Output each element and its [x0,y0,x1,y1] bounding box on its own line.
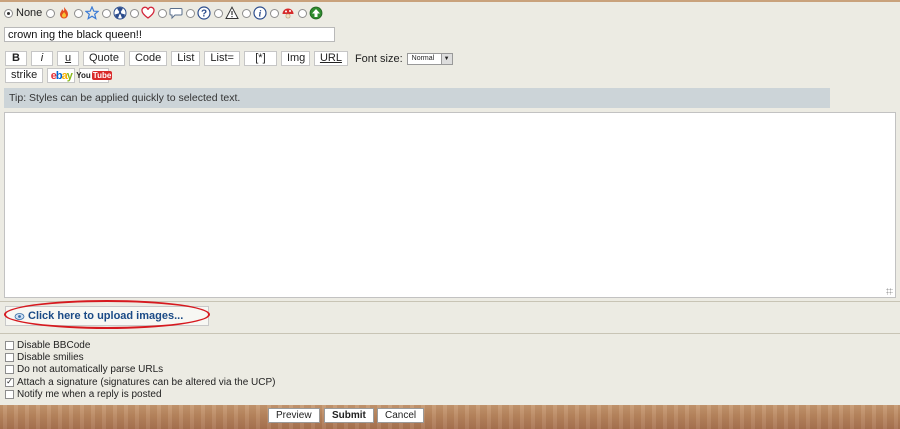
post-icon-radio-speech[interactable] [158,8,168,18]
option-disable-smilies[interactable]: Disable smilies [5,351,275,363]
star-icon [85,6,100,20]
option-attach-signature[interactable]: ✓ Attach a signature (signatures can be … [5,376,275,388]
upload-images-label: Click here to upload images... [28,310,184,322]
message-textarea[interactable] [4,112,896,298]
post-icon-radio-star[interactable] [74,8,84,18]
option-label: Do not automatically parse URLs [17,364,164,376]
youtube-logo-you: You [76,71,91,80]
help-tip-bar: Tip: Styles can be applied quickly to se… [4,88,830,108]
notify-reply-checkbox[interactable] [5,389,14,399]
info-icon: i [253,6,267,20]
url-button[interactable]: URL [313,51,348,66]
divider [0,333,900,334]
quote-button[interactable]: Quote [83,51,125,66]
submit-button[interactable]: Submit [324,408,374,423]
strike-button[interactable]: strike [5,68,44,83]
fire-icon [57,6,71,20]
post-icon-radio-info[interactable] [242,8,252,18]
post-options: Disable BBCode Disable smilies Do not au… [5,339,275,400]
post-icon-radio-heart[interactable] [130,8,140,18]
font-size-select[interactable]: Normal ▼ [406,52,453,65]
attach-signature-checkbox[interactable]: ✓ [5,377,14,387]
list-button[interactable]: List [171,51,201,66]
svg-text:i: i [259,10,262,20]
post-icon-radio-arrow[interactable] [298,8,308,18]
option-label: Disable BBCode [17,339,91,351]
warning-icon [225,6,240,20]
green-arrow-up-icon [309,6,323,20]
disable-smilies-checkbox[interactable] [5,352,14,362]
youtube-logo-tube: Tube [91,71,113,80]
speech-bubble-icon [169,6,183,20]
underline-button[interactable]: u [57,51,79,66]
top-border [0,0,900,2]
option-label: Disable smilies [17,351,84,363]
post-icon-radio-none[interactable] [4,8,13,18]
bbcode-toolbar: B i u Quote Code List List= [*] Img URL … [5,51,453,66]
heart-icon [141,6,155,20]
no-parse-urls-checkbox[interactable] [5,365,14,375]
cancel-button[interactable]: Cancel [377,408,425,423]
svg-text:?: ? [201,9,207,20]
post-icon-radio-mushroom[interactable] [270,8,280,18]
option-label: Notify me when a reply is posted [17,388,162,400]
preview-button[interactable]: Preview [268,408,320,423]
footer-wood-bar [0,405,900,429]
font-size-label: Font size: [354,52,403,65]
bold-button[interactable]: B [5,51,27,66]
list-item-button[interactable]: [*] [243,51,277,66]
disable-bbcode-checkbox[interactable] [5,340,14,350]
chevron-down-icon: ▼ [440,53,452,64]
resize-grip-icon[interactable] [886,288,893,295]
ebay-logo-icon: ebay [50,69,73,82]
message-container [4,112,896,298]
post-icon-radio-radioactive[interactable] [102,8,112,18]
upload-images-link[interactable]: Click here to upload images... [5,306,209,326]
option-disable-bbcode[interactable]: Disable BBCode [5,339,275,351]
bbcode-toolbar-extra: strike ebay You Tube [5,68,113,83]
post-icon-radio-warning[interactable] [214,8,224,18]
divider [0,301,900,302]
option-notify-reply[interactable]: Notify me when a reply is posted [5,388,275,400]
font-size-value: Normal [411,55,435,62]
post-icon-none-label: None [16,7,43,19]
option-no-parse-urls[interactable]: Do not automatically parse URLs [5,364,275,376]
red-mushroom-icon [281,6,295,20]
radioactive-icon [113,6,127,20]
code-button[interactable]: Code [128,51,168,66]
ordered-list-button[interactable]: List= [204,51,240,66]
post-icon-radio-fire[interactable] [46,8,56,18]
post-icon-radio-question[interactable] [186,8,196,18]
subject-input[interactable] [4,27,335,42]
post-icon-selector: None ? i [4,5,324,21]
youtube-button[interactable]: You Tube [76,68,113,83]
italic-button[interactable]: i [31,51,53,66]
img-button[interactable]: Img [280,51,310,66]
option-label: Attach a signature (signatures can be al… [17,376,276,388]
ebay-button[interactable]: ebay [47,68,76,83]
question-icon: ? [197,6,211,20]
paperclip-icon [14,312,25,320]
